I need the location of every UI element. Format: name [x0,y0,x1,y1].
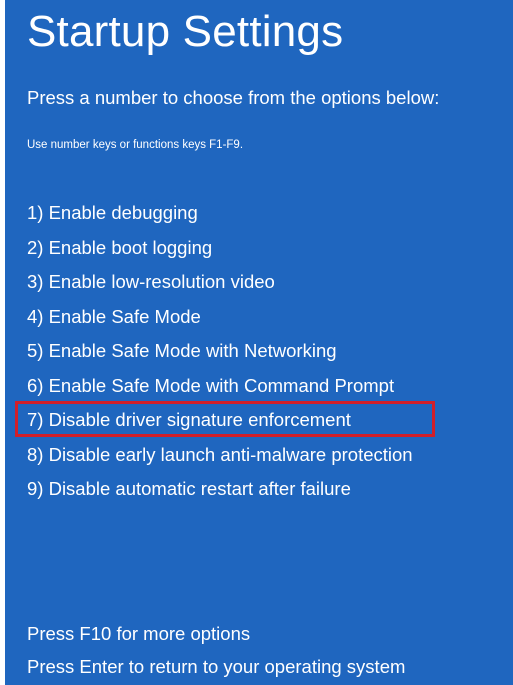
option-enable-low-resolution-video[interactable]: 3) Enable low-resolution video [27,265,413,300]
option-enable-safe-mode-command-prompt[interactable]: 6) Enable Safe Mode with Command Prompt [27,369,413,404]
page-title: Startup Settings [27,7,344,56]
option-enable-safe-mode[interactable]: 4) Enable Safe Mode [27,300,413,335]
startup-settings-screen: Startup Settings Press a number to choos… [5,0,513,685]
option-enable-boot-logging[interactable]: 2) Enable boot logging [27,231,413,266]
return-to-os-text[interactable]: Press Enter to return to your operating … [27,655,405,679]
option-enable-debugging[interactable]: 1) Enable debugging [27,196,413,231]
option-disable-early-launch-anti-malware[interactable]: 8) Disable early launch anti-malware pro… [27,438,413,473]
key-hint-text: Use number keys or functions keys F1-F9. [27,139,244,151]
option-disable-driver-signature-enforcement[interactable]: 7) Disable driver signature enforcement [27,403,413,438]
option-disable-automatic-restart[interactable]: 9) Disable automatic restart after failu… [27,472,413,507]
startup-options-list: 1) Enable debugging 2) Enable boot loggi… [27,196,413,507]
more-options-text[interactable]: Press F10 for more options [27,622,250,646]
instruction-text: Press a number to choose from the option… [27,87,440,108]
option-enable-safe-mode-networking[interactable]: 5) Enable Safe Mode with Networking [27,334,413,369]
